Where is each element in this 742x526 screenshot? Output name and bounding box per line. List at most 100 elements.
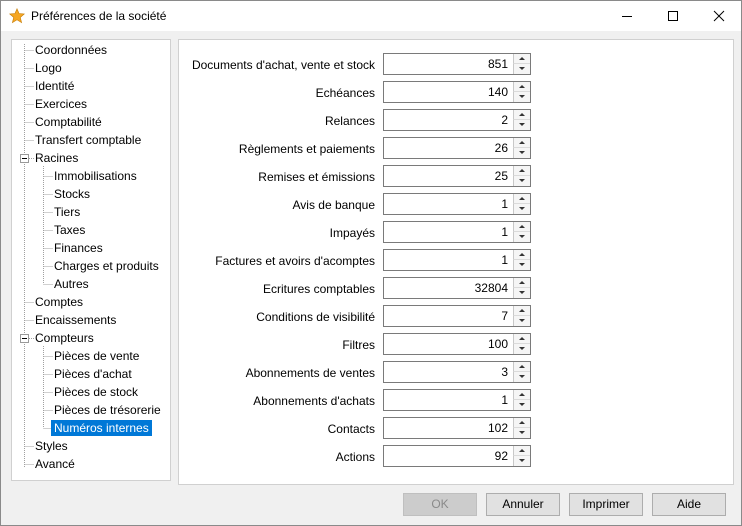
spin-up-icon[interactable] [513,306,530,316]
spin-up-icon[interactable] [513,166,530,176]
spin-up-icon[interactable] [513,334,530,344]
counter-label: Documents d'achat, vente et stock [191,58,375,72]
close-icon [713,10,725,22]
spin-up-icon[interactable] [513,194,530,204]
counter-label: Impayés [329,226,375,240]
counter-impayes-input[interactable] [384,222,510,242]
tree-item-autres[interactable]: Autres [51,276,92,292]
spin-down-icon[interactable] [513,456,530,466]
close-button[interactable] [696,1,742,31]
spin-down-icon[interactable] [513,400,530,410]
spin-down-icon[interactable] [513,148,530,158]
counter-reglements-input[interactable] [384,138,510,158]
spin-down-icon[interactable] [513,204,530,214]
counter-abonnements-ventes-spinbox[interactable] [383,361,531,383]
spin-down-icon[interactable] [513,344,530,354]
ok-button[interactable]: OK [403,493,477,516]
spin-up-icon[interactable] [513,390,530,400]
counter-impayes-spinbox[interactable] [383,221,531,243]
print-button[interactable]: Imprimer [569,493,643,516]
collapse-racines-icon[interactable] [20,154,29,163]
counter-filtres-input[interactable] [384,334,510,354]
tree-item-tiers[interactable]: Tiers [51,204,83,220]
settings-tree[interactable]: Coordonnées Logo Identité Exercices Comp… [11,39,171,481]
collapse-compteurs-icon[interactable] [20,334,29,343]
spin-up-icon[interactable] [513,278,530,288]
tree-item-stocks[interactable]: Stocks [51,186,93,202]
tree-item-pieces-de-vente[interactable]: Pièces de vente [51,348,142,364]
tree-item-charges-et-produits[interactable]: Charges et produits [51,258,162,274]
spin-down-icon[interactable] [513,64,530,74]
tree-item-comptes[interactable]: Comptes [32,294,86,310]
spin-up-icon[interactable] [513,222,530,232]
spin-up-icon[interactable] [513,82,530,92]
spin-up-icon[interactable] [513,110,530,120]
counter-conditions-visibilite-spinbox[interactable] [383,305,531,327]
spin-down-icon[interactable] [513,288,530,298]
spin-up-icon[interactable] [513,446,530,456]
counter-ecritures-input[interactable] [384,278,510,298]
counter-relances-input[interactable] [384,110,510,130]
counter-documents-input[interactable] [384,54,510,74]
spin-down-icon[interactable] [513,92,530,102]
tree-item-encaissements[interactable]: Encaissements [32,312,119,328]
spin-down-icon[interactable] [513,316,530,326]
counter-remises-input[interactable] [384,166,510,186]
tree-item-compteurs[interactable]: Compteurs [32,330,97,346]
counter-avis-de-banque-spinbox[interactable] [383,193,531,215]
tree-item-comptabilite[interactable]: Comptabilité [32,114,105,130]
spin-up-icon[interactable] [513,54,530,64]
tree-item-racines[interactable]: Racines [32,150,81,166]
spin-down-icon[interactable] [513,428,530,438]
tree-item-immobilisations[interactable]: Immobilisations [51,168,140,184]
counter-echeances-input[interactable] [384,82,510,102]
spin-down-icon[interactable] [513,260,530,270]
counter-abonnements-achats-spinbox[interactable] [383,389,531,411]
tree-item-pieces-de-tresorerie[interactable]: Pièces de trésorerie [51,402,164,418]
counter-reglements-spinbox[interactable] [383,137,531,159]
tree-item-logo[interactable]: Logo [32,60,65,76]
counter-factures-acomptes-input[interactable] [384,250,510,270]
title-bar: Préférences de la société [1,1,741,31]
tree-item-avance[interactable]: Avancé [32,456,78,472]
tree-item-transfert-comptable[interactable]: Transfert comptable [32,132,144,148]
counter-relances-spinbox[interactable] [383,109,531,131]
counter-factures-acomptes-spinbox[interactable] [383,249,531,271]
maximize-button[interactable] [650,1,696,31]
counter-label: Actions [335,450,375,464]
tree-item-finances[interactable]: Finances [51,240,106,256]
counter-actions-input[interactable] [384,446,510,466]
counter-documents-spinbox[interactable] [383,53,531,75]
minimize-button[interactable] [604,1,650,31]
counter-contacts-input[interactable] [384,418,510,438]
spin-up-icon[interactable] [513,138,530,148]
tree-item-pieces-de-stock[interactable]: Pièces de stock [51,384,141,400]
counter-actions-spinbox[interactable] [383,445,531,467]
counter-conditions-visibilite-input[interactable] [384,306,510,326]
help-button[interactable]: Aide [652,493,726,516]
tree-item-exercices[interactable]: Exercices [32,96,90,112]
counter-remises-spinbox[interactable] [383,165,531,187]
counter-abonnements-ventes-input[interactable] [384,362,510,382]
spin-up-icon[interactable] [513,250,530,260]
spin-down-icon[interactable] [513,120,530,130]
counter-avis-de-banque-input[interactable] [384,194,510,214]
counter-label: Abonnements d'achats [253,394,375,408]
spin-down-icon[interactable] [513,176,530,186]
spin-down-icon[interactable] [513,232,530,242]
cancel-button[interactable]: Annuler [486,493,560,516]
spin-down-icon[interactable] [513,372,530,382]
counter-abonnements-achats-input[interactable] [384,390,510,410]
spin-up-icon[interactable] [513,418,530,428]
tree-item-styles[interactable]: Styles [32,438,71,454]
tree-item-identite[interactable]: Identité [32,78,77,94]
counter-contacts-spinbox[interactable] [383,417,531,439]
counter-ecritures-spinbox[interactable] [383,277,531,299]
tree-item-coordonnees[interactable]: Coordonnées [32,42,110,58]
counter-echeances-spinbox[interactable] [383,81,531,103]
counter-filtres-spinbox[interactable] [383,333,531,355]
tree-item-numeros-internes[interactable]: Numéros internes [51,420,152,436]
spin-up-icon[interactable] [513,362,530,372]
tree-item-taxes[interactable]: Taxes [51,222,88,238]
tree-item-pieces-d-achat[interactable]: Pièces d'achat [51,366,135,382]
